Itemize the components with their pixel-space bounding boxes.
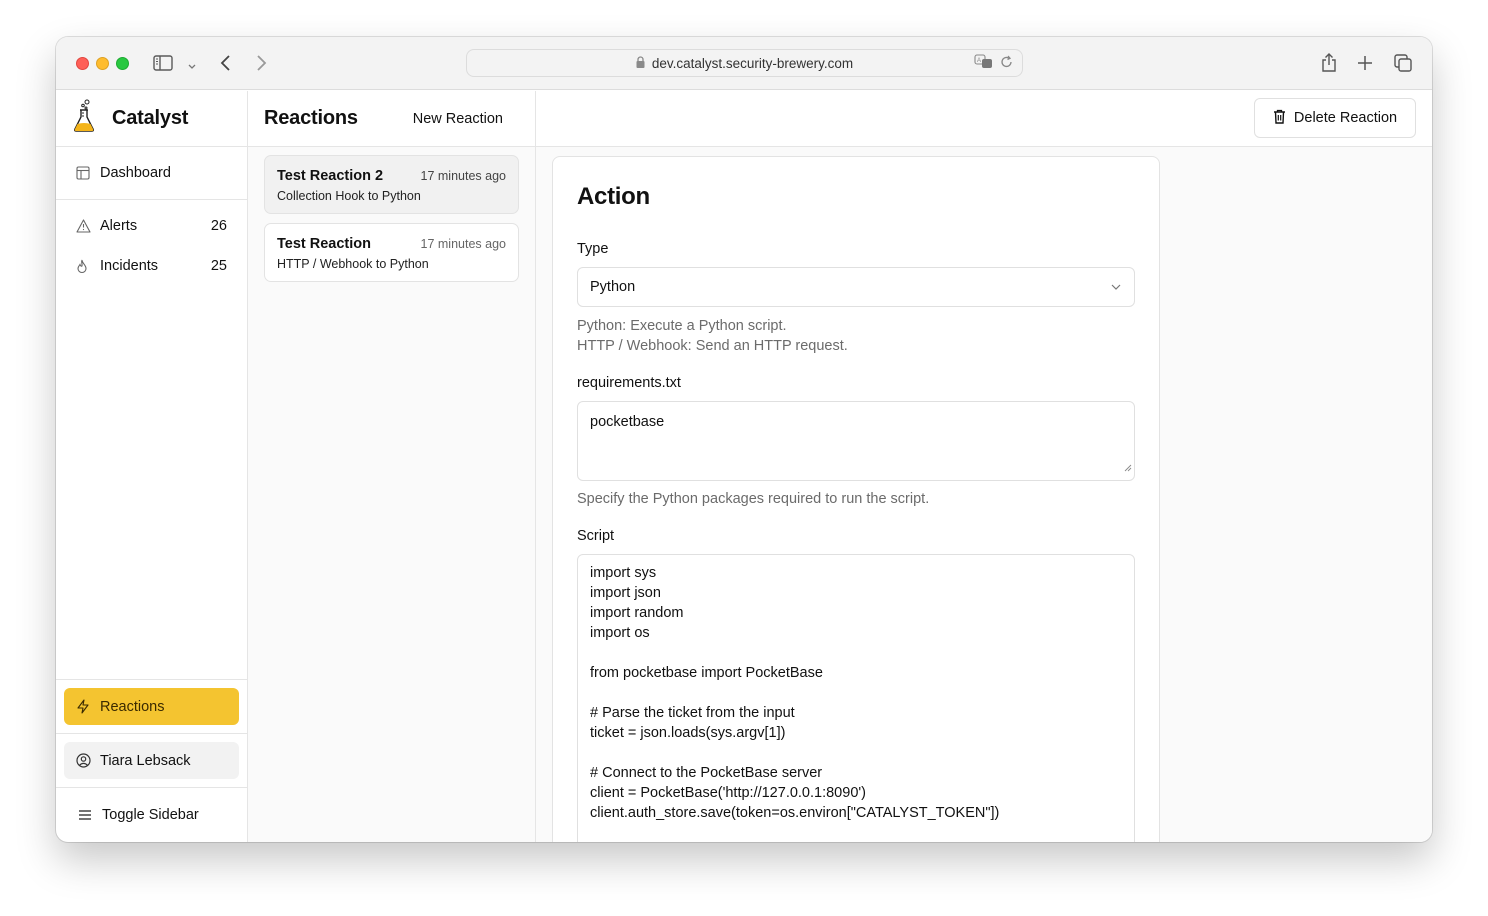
sidebar-item-incidents[interactable]: Incidents 25 <box>56 246 247 286</box>
type-label: Type <box>577 241 609 257</box>
resize-handle-icon[interactable] <box>1124 458 1132 478</box>
minimize-window-button[interactable] <box>96 57 109 70</box>
reaction-title: Test Reaction <box>277 236 372 252</box>
chevron-down-icon <box>1110 279 1122 295</box>
brand: Catalyst <box>56 91 247 147</box>
script-textarea[interactable]: import sys import json import random imp… <box>577 554 1135 842</box>
svg-text:A: A <box>977 58 981 64</box>
app: Catalyst Dashboard Alerts 26 Incidents 2… <box>56 91 1432 842</box>
dashboard-icon <box>76 166 92 180</box>
delete-reaction-button[interactable]: Delete Reaction <box>1254 98 1416 138</box>
reaction-subtitle: Collection Hook to Python <box>277 189 421 203</box>
forward-icon[interactable] <box>254 54 268 77</box>
url-text: dev.catalyst.security-brewery.com <box>651 55 854 71</box>
zap-icon <box>76 699 92 714</box>
flask-logo-icon <box>72 99 96 138</box>
browser-toolbar: dev.catalyst.security-brewery.com A <box>56 37 1432 90</box>
reaction-time: 17 minutes ago <box>420 237 506 251</box>
sidebar-item-dashboard[interactable]: Dashboard <box>56 153 247 193</box>
reaction-detail: Delete Reaction Action Type Python Pytho… <box>536 91 1432 842</box>
sidebar-item-alerts[interactable]: Alerts 26 <box>56 206 247 246</box>
requirements-textarea[interactable]: pocketbase <box>577 401 1135 481</box>
toggle-sidebar-label: Toggle Sidebar <box>102 806 199 823</box>
delete-reaction-label: Delete Reaction <box>1293 110 1398 126</box>
user-name: Tiara Lebsack <box>100 752 191 769</box>
reaction-subtitle: HTTP / Webhook to Python <box>277 257 429 271</box>
sidebar-item-reactions[interactable]: Reactions <box>64 688 239 725</box>
user-circle-icon <box>76 753 92 768</box>
back-icon[interactable] <box>219 54 233 77</box>
sidebar-item-label: Incidents <box>100 258 159 274</box>
reload-icon[interactable] <box>1000 54 1014 73</box>
requirements-help: Specify the Python packages required to … <box>577 491 930 507</box>
type-help-python: Python: Execute a Python script. <box>577 318 787 334</box>
reaction-list-item[interactable]: Test Reaction 17 minutes ago HTTP / Webh… <box>264 223 519 282</box>
menu-icon <box>78 809 94 821</box>
script-label: Script <box>577 528 615 544</box>
sidebar-item-label: Dashboard <box>100 165 171 181</box>
requirements-value: pocketbase <box>590 414 665 430</box>
alerts-count: 26 <box>210 218 227 234</box>
chevron-down-icon[interactable] <box>187 58 197 76</box>
reaction-time: 17 minutes ago <box>420 169 506 183</box>
action-heading: Action <box>577 183 650 210</box>
address-bar[interactable]: dev.catalyst.security-brewery.com A <box>466 49 1023 77</box>
type-help: Python: Execute a Python script. HTTP / … <box>577 316 1135 356</box>
lock-icon <box>636 55 645 71</box>
action-card: Action Type Python Python: Execute a Pyt… <box>552 156 1160 842</box>
share-icon[interactable] <box>1320 53 1338 78</box>
user-menu[interactable]: Tiara Lebsack <box>64 742 239 779</box>
trash-icon <box>1273 109 1286 128</box>
translate-icon[interactable]: A <box>974 54 994 73</box>
close-window-button[interactable] <box>76 57 89 70</box>
incidents-count: 25 <box>210 258 227 274</box>
reaction-list-item[interactable]: Test Reaction 2 17 minutes ago Collectio… <box>264 155 519 214</box>
sidebar-toggle-icon[interactable] <box>153 55 173 76</box>
sidebar-item-label: Reactions <box>100 698 165 715</box>
tab-overview-icon[interactable] <box>1394 54 1412 77</box>
sidebar: Catalyst Dashboard Alerts 26 Incidents 2… <box>56 91 248 842</box>
type-help-webhook: HTTP / Webhook: Send an HTTP request. <box>577 338 848 354</box>
maximize-window-button[interactable] <box>116 57 129 70</box>
sidebar-item-label: Alerts <box>100 218 138 234</box>
alert-triangle-icon <box>76 219 92 233</box>
browser-window: dev.catalyst.security-brewery.com A Cata… <box>56 37 1432 842</box>
reactions-title: Reactions <box>264 107 358 129</box>
flame-icon <box>76 259 92 274</box>
new-reaction-button[interactable]: New Reaction <box>397 105 519 133</box>
type-select-value: Python <box>590 279 636 295</box>
reactions-list-panel: Reactions New Reaction Test Reaction 2 1… <box>248 91 536 842</box>
type-select[interactable]: Python <box>577 267 1135 307</box>
toggle-sidebar-button[interactable]: Toggle Sidebar <box>64 796 239 833</box>
reaction-title: Test Reaction 2 <box>277 168 384 184</box>
requirements-label: requirements.txt <box>577 375 681 391</box>
brand-name: Catalyst <box>112 107 189 129</box>
new-tab-icon[interactable] <box>1357 55 1373 76</box>
